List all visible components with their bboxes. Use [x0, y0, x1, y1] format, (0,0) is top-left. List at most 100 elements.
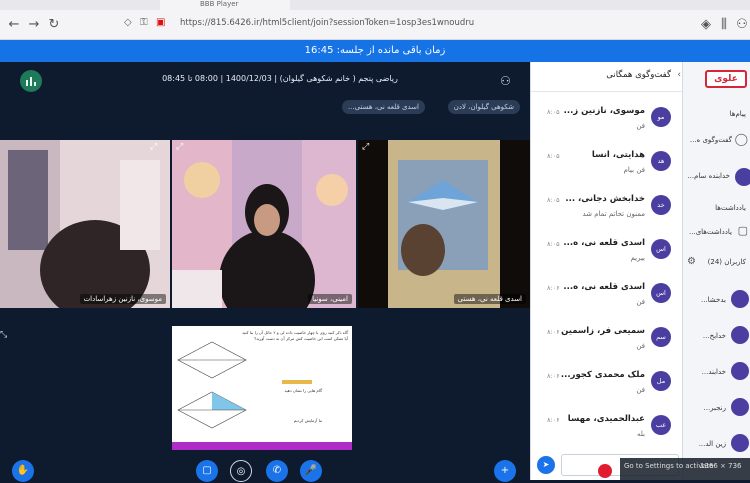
message-sender: سمیعی فر، زاسمین — [561, 326, 645, 336]
chat-message: اس اسدی قلعه نی، ه... ۸:۰۶ فن — [531, 278, 675, 318]
video-tile-3[interactable]: ⤢ اسدی قلعه نی، هستی — [358, 140, 530, 308]
audio-phone-button[interactable]: ✆ — [266, 460, 288, 482]
library-icon[interactable]: ⫼ — [716, 17, 732, 33]
slide-figure — [177, 341, 312, 429]
tab-strip: BBB Player — [0, 0, 750, 10]
user-list-panel: علوی پیام‌ها ◯ گفت‌وگوی ه... خدابنده سام… — [682, 62, 750, 480]
chat-panel: ‹ گفت‌وگوی همگانی مو موسوی، نازنین ز... … — [530, 62, 683, 480]
message-text: بله — [636, 430, 645, 438]
avatar: هد — [651, 151, 671, 171]
talking-pill-2: اسدی قلعه نی، هستی... — [341, 100, 425, 114]
message-time: ۸:۰۶ — [547, 328, 560, 336]
video-frame-3 — [358, 140, 530, 308]
account-icon[interactable]: ⚇ — [734, 17, 750, 33]
record-icon[interactable] — [598, 464, 612, 478]
message-sender: اسدی قلعه نی، ه... — [563, 282, 645, 292]
chat-title: گفت‌وگوی همگانی — [606, 70, 671, 80]
avatar: مل — [651, 371, 671, 391]
camera-permission-icon[interactable]: ▣ — [156, 17, 165, 28]
users-toggle-icon[interactable]: ⚇ — [500, 74, 518, 90]
video-name-tag: موسوی، نازنین زهراسادات — [79, 294, 166, 304]
minimize-presentation-icon[interactable]: ⤡ — [0, 330, 7, 340]
message-time: ۸:۰۶ — [547, 416, 560, 424]
shared-notes-item[interactable]: یادداشت‌های... — [689, 228, 732, 236]
chat-message: سم سمیعی فر، زاسمین ۸:۰۶ فن — [531, 322, 675, 362]
url-text: https://815.6426.ir/html5client/join?ses… — [180, 18, 475, 28]
stage-header: ریاضی پنجم ( خانم شکوهی گیلوان) | 1400/1… — [0, 62, 530, 114]
chat-message: مل ملک محمدی کجور... ۸:۰۶ فن — [531, 366, 675, 406]
avatar: خد — [651, 195, 671, 215]
message-text: بیریم — [630, 254, 645, 262]
send-message-button[interactable]: ➤ — [537, 456, 555, 474]
expand-icon[interactable]: ⤢ — [176, 142, 183, 152]
video-tile-2[interactable]: ⤢ امینی، سونیا — [172, 140, 356, 308]
forward-button[interactable]: → — [26, 17, 42, 33]
video-frame-2 — [172, 140, 356, 308]
notes-section-title: یادداشت‌ها — [715, 204, 746, 212]
private-chat-item[interactable]: خدابنده سام... — [687, 172, 730, 180]
back-button[interactable]: ← — [6, 17, 22, 33]
message-sender: ملک محمدی کجور... — [560, 370, 645, 380]
school-logo: علوی — [705, 70, 747, 88]
public-chat-item[interactable]: گفت‌وگوی ه... — [690, 136, 732, 144]
message-text: فن — [636, 342, 645, 350]
video-tile-1[interactable]: ⤢ موسوی، نازنین زهراسادات — [0, 140, 170, 308]
presentation-stage: ریاضی پنجم ( خانم شکوهی گیلوان) | 1400/1… — [0, 62, 530, 482]
reload-button[interactable]: ↻ — [46, 17, 62, 33]
message-time: ۸:۰۶ — [547, 372, 560, 380]
time-remaining-banner: زمان باقی مانده از جلسه: 16:45 — [0, 40, 750, 62]
presentation-slide[interactable]: گاه ذکر کنید روی با چهار خاصیت داده لی و… — [172, 326, 352, 450]
message-time: ۸:۰۵ — [547, 152, 560, 160]
chat-message: هد هدایتی، انسا ۸:۰۵ فن بیام — [531, 146, 675, 186]
video-frame-1 — [0, 140, 170, 308]
screen-share-button[interactable]: ▢ — [196, 460, 218, 482]
notes-icon: ▢ — [737, 224, 748, 237]
expand-icon[interactable]: ⤢ — [150, 142, 157, 152]
expand-icon[interactable]: ⤢ — [362, 142, 369, 152]
connection-status-button[interactable] — [20, 70, 42, 92]
avatar — [731, 434, 749, 452]
message-text: فن بیام — [623, 166, 645, 174]
taskbar: Go to Settings to activate 1366 × 736 — [620, 458, 750, 480]
user-list-item[interactable]: خدابند... — [702, 368, 726, 376]
add-action-button[interactable]: + — [494, 460, 516, 482]
microphone-button[interactable]: 🎤 — [300, 460, 322, 482]
browser-tab[interactable]: BBB Player — [160, 0, 290, 10]
users-section-title: کاربران (24) — [707, 258, 746, 266]
messages-section-title: پیام‌ها — [729, 110, 746, 118]
slide-line-4: ما آزمایش کردیم — [293, 418, 322, 423]
message-text: فن — [636, 386, 645, 394]
pocket-icon[interactable]: ◈ — [698, 17, 714, 33]
message-time: ۸:۰۶ — [547, 284, 560, 292]
raise-hand-button[interactable]: ✋ — [12, 460, 34, 482]
message-time: ۸:۰۵ — [547, 196, 560, 204]
user-list-item[interactable]: بدخشا... — [701, 296, 726, 304]
video-toggle-button[interactable]: ◎ — [230, 460, 252, 482]
gear-icon[interactable]: ⚙ — [687, 256, 696, 267]
address-bar[interactable]: ◇ ⚿ ▣ https://815.6426.ir/html5client/jo… — [110, 14, 690, 36]
message-text: فن — [636, 298, 645, 306]
user-list-item[interactable]: رنجبر... — [704, 404, 727, 412]
video-name-tag: امینی، سونیا — [308, 294, 352, 304]
avatar — [731, 290, 749, 308]
message-time: ۸:۰۵ — [547, 240, 560, 248]
avatar: عب — [651, 415, 671, 435]
avatar: سم — [651, 327, 671, 347]
message-text: فن — [636, 122, 645, 130]
slide-line-3: گام هایی را نشان دهید — [284, 388, 322, 393]
avatar — [731, 398, 749, 416]
chat-message: مو موسوی، نازنین ز... ۸:۰۵ فن — [531, 102, 675, 142]
avatar: مو — [651, 107, 671, 127]
message-sender: هدایتی، انسا — [591, 150, 645, 160]
talking-indicator: شکوهی گیلوان، لادن اسدی قلعه نی، هستی... — [325, 100, 520, 114]
chat-message: خد خدابخش دجانی، ... ۸:۰۵ ممنون تحاتم تم… — [531, 190, 675, 230]
message-text: ممنون تحاتم تمام شد — [582, 210, 645, 218]
user-list-item[interactable]: زین الد... — [699, 440, 726, 448]
avatar: اس — [651, 239, 671, 259]
chevron-left-icon[interactable]: ‹ — [677, 70, 681, 80]
shield-icon: ◇ — [124, 17, 132, 28]
avatar — [731, 362, 749, 380]
activate-windows-text: Activate Windows — [588, 440, 668, 450]
user-list-item[interactable]: خدابخ... — [703, 332, 726, 340]
chat-header: ‹ گفت‌وگوی همگانی — [531, 62, 683, 92]
